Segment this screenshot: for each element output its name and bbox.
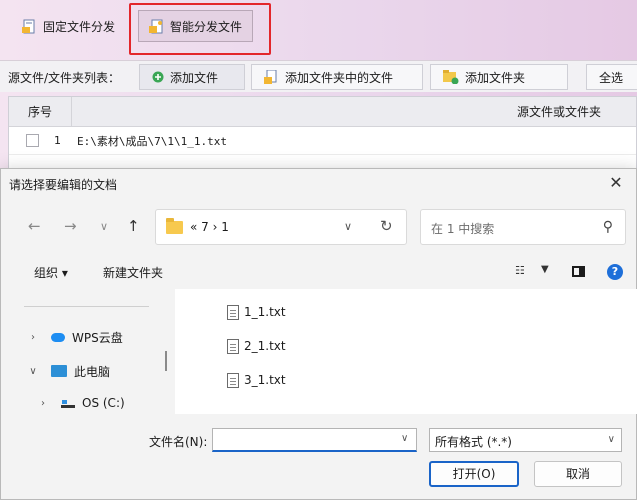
drive-icon — [61, 399, 75, 408]
close-icon[interactable]: ✕ — [604, 171, 628, 195]
tree-item-wps-cloud[interactable]: › WPS云盘 — [27, 325, 123, 349]
search-box[interactable]: 在 1 中搜索 ⚲ — [420, 209, 626, 245]
mode-toolbar: 固定文件分发 智能分发文件 — [0, 0, 637, 60]
view-options-icon[interactable]: ☷ — [515, 264, 525, 277]
tree-item-this-pc[interactable]: ∨ 此电脑 — [27, 359, 110, 383]
help-icon[interactable]: ? — [607, 264, 623, 280]
column-header-index[interactable]: 序号 — [9, 97, 72, 126]
select-all-label: 全选 — [599, 70, 624, 85]
row-index: 1 — [54, 134, 61, 147]
file-name: 3_1.txt — [244, 373, 286, 387]
view-dropdown-icon[interactable]: ▼ — [541, 264, 549, 275]
tree-item-os-drive[interactable]: › OS (C:) — [37, 391, 125, 415]
search-input[interactable]: 在 1 中搜索 — [431, 220, 494, 237]
document-icon — [22, 19, 37, 34]
refresh-icon[interactable]: ↻ — [380, 217, 393, 235]
file-type-value: 所有格式 (*.*) — [435, 435, 512, 449]
source-list-label: 源文件/文件夹列表： — [8, 71, 121, 85]
source-toolbar: 源文件/文件夹列表： 添加文件 添加文件夹中的文件 添加文件夹 全选 — [0, 60, 637, 92]
nav-divider — [24, 306, 149, 307]
text-file-icon — [227, 372, 239, 388]
up-arrow-icon[interactable]: ↑ — [127, 217, 140, 235]
file-type-select[interactable]: 所有格式 (*.*) ∨ — [429, 428, 622, 452]
forward-arrow-icon[interactable]: → — [64, 217, 77, 235]
chevron-right-icon[interactable]: › — [27, 332, 39, 343]
tree-item-label: 此电脑 — [74, 364, 111, 379]
column-header-path[interactable]: 源文件或文件夹 — [72, 103, 636, 120]
address-path[interactable]: « 7 › 1 — [190, 220, 229, 234]
highlight-box — [129, 3, 271, 55]
plus-circle-icon — [152, 71, 164, 83]
back-arrow-icon[interactable]: ← — [28, 217, 41, 235]
address-dropdown-icon[interactable]: ∨ — [344, 220, 352, 233]
nav-scrollbar[interactable] — [165, 351, 167, 371]
address-bar[interactable]: « 7 › 1 ∨ ↻ — [155, 209, 407, 245]
search-icon[interactable]: ⚲ — [603, 219, 613, 235]
add-folder-files-button[interactable]: 添加文件夹中的文件 — [251, 64, 423, 90]
file-item[interactable]: 2_1.txt — [227, 335, 286, 357]
filename-history-chevron-icon[interactable]: ∨ — [401, 433, 408, 444]
filename-label: 文件名(N): — [149, 435, 208, 449]
row-checkbox[interactable] — [26, 134, 39, 147]
organize-menu[interactable]: 组织 ▾ — [34, 264, 68, 281]
cancel-button[interactable]: 取消 — [534, 461, 622, 487]
navigation-bar: ← → ∨ ↑ « 7 › 1 ∨ ↻ 在 1 中搜索 ⚲ — [1, 207, 636, 247]
chevron-down-icon[interactable]: ∨ — [27, 366, 39, 377]
text-file-icon — [227, 304, 239, 320]
table-row[interactable]: 1 E:\素材\成品\7\1\1_1.txt — [9, 127, 636, 155]
command-bar: 组织 ▾ 新建文件夹 ☷ ▼ ? — [1, 255, 636, 289]
file-item[interactable]: 1_1.txt — [227, 301, 286, 323]
folder-icon — [166, 218, 183, 234]
row-path: E:\素材\成品\7\1\1_1.txt — [77, 134, 227, 148]
fixed-distribution-button[interactable]: 固定文件分发 — [12, 10, 125, 42]
fixed-distribution-label: 固定文件分发 — [43, 19, 116, 34]
add-file-button[interactable]: 添加文件 — [139, 64, 245, 90]
select-all-button[interactable]: 全选 — [586, 64, 637, 90]
open-button[interactable]: 打开(O) — [429, 461, 519, 487]
tree-item-label: OS (C:) — [82, 396, 125, 410]
folder-files-icon — [264, 70, 277, 84]
text-file-icon — [227, 338, 239, 354]
add-folder-button[interactable]: 添加文件夹 — [430, 64, 568, 90]
add-file-label: 添加文件 — [170, 70, 219, 85]
tree-item-label: WPS云盘 — [72, 330, 123, 345]
open-file-dialog: 请选择要编辑的文档 ✕ ← → ∨ ↑ « 7 › 1 ∨ ↻ 在 1 中搜索 … — [0, 168, 637, 500]
file-list-pane: 1_1.txt 2_1.txt 3_1.txt — [175, 289, 637, 414]
file-name: 2_1.txt — [244, 339, 286, 353]
navigation-pane: › WPS云盘 ∨ 此电脑 › OS (C:) — [1, 289, 175, 414]
file-name: 1_1.txt — [244, 305, 286, 319]
chevron-right-icon[interactable]: › — [37, 398, 49, 409]
add-folder-label: 添加文件夹 — [465, 70, 526, 85]
add-folder-files-label: 添加文件夹中的文件 — [285, 70, 394, 85]
new-folder-button[interactable]: 新建文件夹 — [103, 264, 163, 281]
dialog-title: 请选择要编辑的文档 — [9, 178, 118, 192]
chevron-down-icon: ∨ — [607, 434, 615, 445]
table-header: 序号 源文件或文件夹 — [9, 97, 636, 127]
source-file-table: 序号 源文件或文件夹 1 E:\素材\成品\7\1\1_1.txt — [8, 96, 637, 176]
recent-locations-chevron-icon[interactable]: ∨ — [100, 220, 108, 233]
file-item[interactable]: 3_1.txt — [227, 369, 286, 391]
filename-input[interactable] — [212, 428, 417, 452]
computer-icon — [51, 365, 67, 377]
preview-pane-icon[interactable] — [572, 266, 585, 277]
cloud-icon — [51, 332, 65, 342]
folder-add-icon — [443, 70, 459, 84]
